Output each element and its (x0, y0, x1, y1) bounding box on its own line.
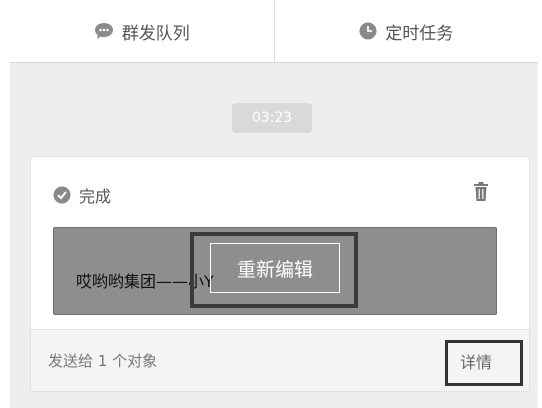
status-row: 完成 (53, 183, 111, 207)
tab-mass-send-queue[interactable]: 群发队列 (10, 0, 274, 62)
tab-scheduled-tasks[interactable]: 定时任务 (273, 0, 539, 62)
chat-bubble-icon (94, 22, 114, 40)
trash-icon[interactable] (473, 182, 489, 201)
send-target-info: 发送给 1 个对象 (48, 352, 158, 370)
message-card: 完成 哎哟哟集团——小Y 重新编辑 发送给 1 个对象 详情 (30, 156, 530, 392)
clock-icon (359, 22, 377, 40)
mass-send-panel: 群发队列 定时任务 03:23 完成 哎哟哟集团——小Y 重新编辑 发送给 1 … (10, 0, 538, 408)
check-circle-icon (53, 186, 71, 204)
status-label: 完成 (79, 187, 112, 206)
tab-mass-send-queue-label: 群发队列 (121, 23, 190, 44)
card-footer: 发送给 1 个对象 详情 (31, 330, 529, 391)
re-edit-button[interactable]: 重新编辑 (210, 243, 340, 293)
tab-bar: 群发队列 定时任务 (10, 0, 538, 63)
message-preview: 哎哟哟集团——小Y 重新编辑 (53, 227, 497, 315)
tab-scheduled-tasks-label: 定时任务 (385, 23, 454, 44)
timestamp-badge: 03:23 (232, 103, 312, 133)
detail-link[interactable]: 详情 (460, 349, 492, 373)
